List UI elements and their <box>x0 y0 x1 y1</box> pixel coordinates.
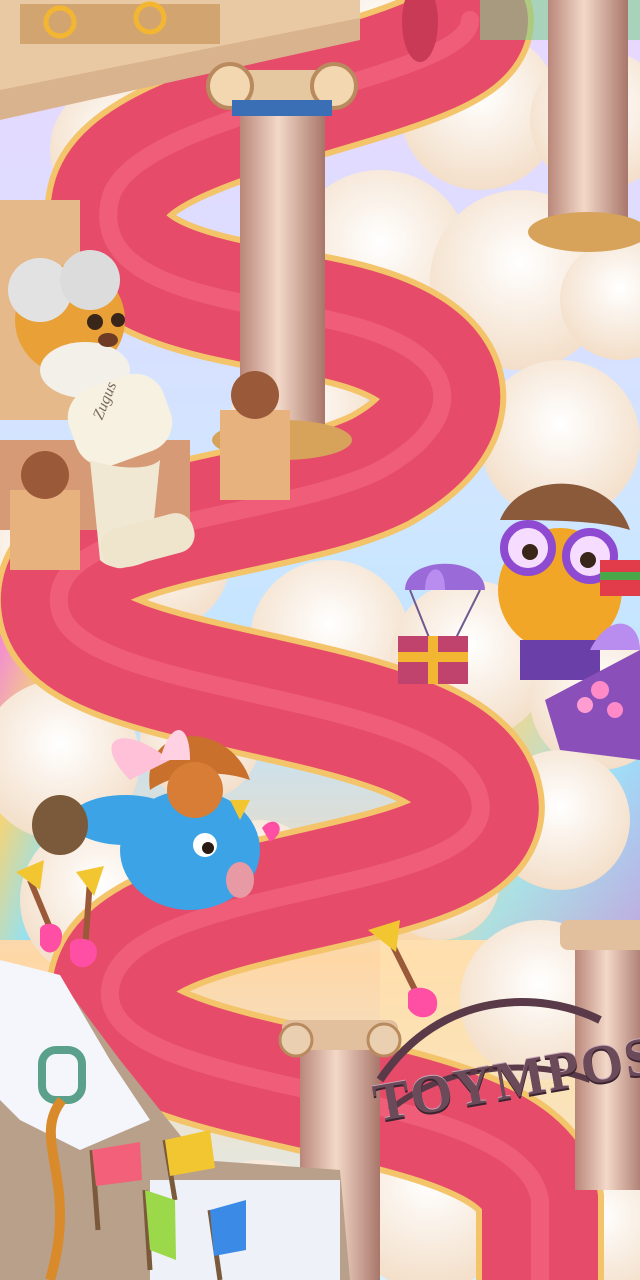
game-scene <box>0 0 640 1280</box>
